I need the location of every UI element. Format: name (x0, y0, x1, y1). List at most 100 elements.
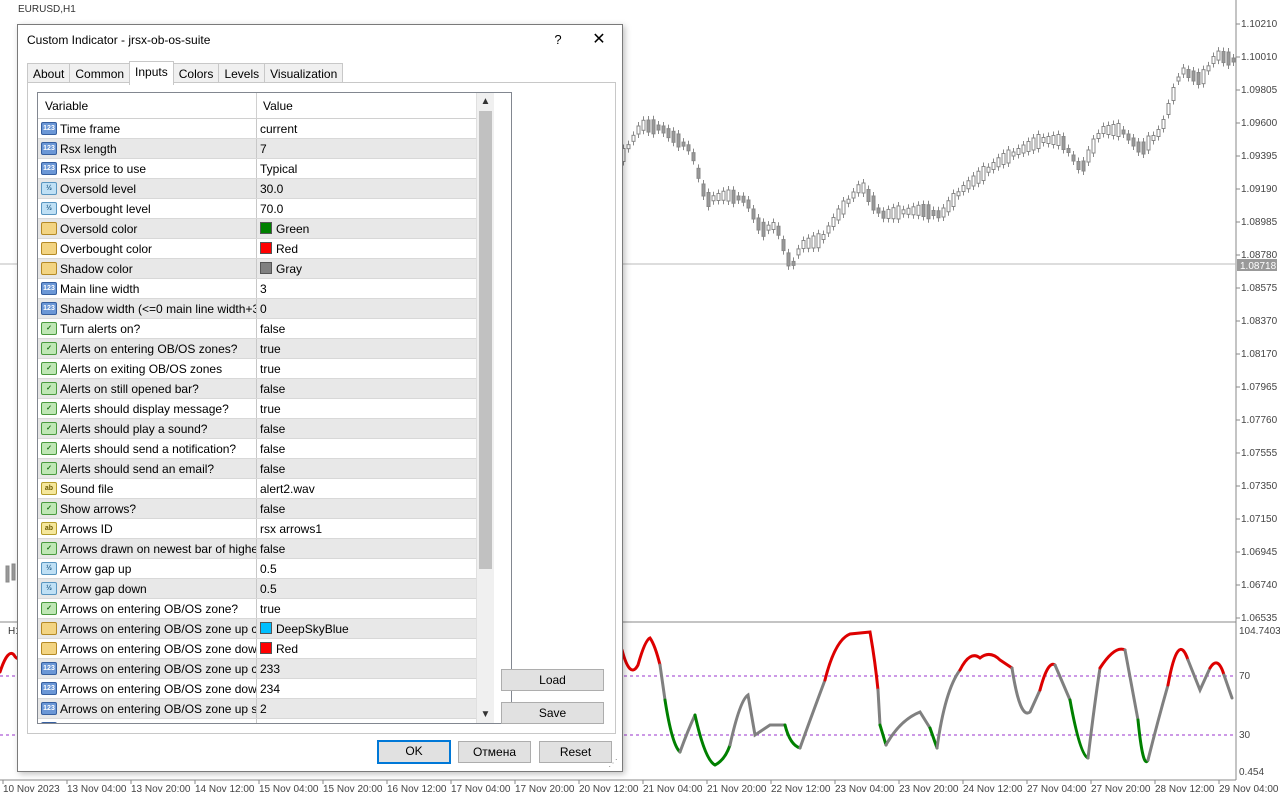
value-cell[interactable]: alert2.wav (260, 479, 472, 498)
value-cell[interactable]: Green (260, 219, 472, 238)
input-row[interactable]: Arrows on entering OB/OS zone up color De… (38, 619, 476, 639)
input-row[interactable]: ✓ Arrows drawn on newest bar of higher t.… (38, 539, 476, 559)
input-value[interactable]: 7 (260, 142, 267, 156)
input-row[interactable]: ½ Overbought level 70.0 (38, 199, 476, 219)
close-button[interactable]: ✕ (588, 30, 610, 50)
input-row[interactable]: ½ Arrow gap up 0.5 (38, 559, 476, 579)
input-value[interactable]: false (260, 442, 285, 456)
input-row[interactable]: 123 Arrows on entering OB/OS zone up c...… (38, 659, 476, 679)
help-button[interactable]: ? (548, 30, 568, 50)
input-value[interactable]: 0.5 (260, 562, 277, 576)
value-cell[interactable]: true (260, 339, 472, 358)
column-header-variable[interactable]: Variable (45, 99, 88, 113)
tab-about[interactable]: About (27, 63, 71, 84)
value-cell[interactable] (260, 719, 472, 723)
dialog-titlebar[interactable]: Custom Indicator - jrsx-ob-os-suite ? ✕ (18, 25, 622, 55)
input-row[interactable]: Overbought color Red (38, 239, 476, 259)
grid-scrollbar[interactable]: ▲ ▼ (476, 93, 494, 723)
input-row[interactable]: ✓ Alerts should play a sound? false (38, 419, 476, 439)
input-value[interactable]: 233 (260, 662, 280, 676)
value-cell[interactable]: rsx arrows1 (260, 519, 472, 538)
load-button[interactable]: Load (501, 669, 604, 691)
scroll-up-arrow-icon[interactable]: ▲ (477, 93, 494, 110)
scroll-down-arrow-icon[interactable]: ▼ (477, 706, 494, 723)
input-value[interactable]: Gray (276, 262, 302, 276)
input-value[interactable]: false (260, 502, 285, 516)
input-row[interactable]: ✓ Show arrows? false (38, 499, 476, 519)
input-value[interactable]: 70.0 (260, 202, 283, 216)
value-cell[interactable]: false (260, 459, 472, 478)
value-cell[interactable]: Typical (260, 159, 472, 178)
value-cell[interactable]: true (260, 599, 472, 618)
value-cell[interactable]: false (260, 379, 472, 398)
input-row[interactable]: 123 Rsx price to use Typical (38, 159, 476, 179)
input-value[interactable]: DeepSkyBlue (276, 622, 349, 636)
input-row[interactable]: 123 (38, 719, 476, 723)
input-value[interactable]: false (260, 382, 285, 396)
value-cell[interactable]: false (260, 419, 472, 438)
input-value[interactable]: true (260, 342, 281, 356)
value-cell[interactable]: 0 (260, 299, 472, 318)
input-value[interactable]: 0.5 (260, 582, 277, 596)
value-cell[interactable]: Red (260, 239, 472, 258)
input-value[interactable]: false (260, 422, 285, 436)
value-cell[interactable]: current (260, 119, 472, 138)
value-cell[interactable]: 30.0 (260, 179, 472, 198)
input-row[interactable]: ✓ Alerts should display message? true (38, 399, 476, 419)
value-cell[interactable]: false (260, 499, 472, 518)
input-value[interactable]: alert2.wav (260, 482, 315, 496)
input-value[interactable]: false (260, 322, 285, 336)
tab-levels[interactable]: Levels (218, 63, 266, 84)
input-row[interactable]: ✓ Alerts on entering OB/OS zones? true (38, 339, 476, 359)
custom-indicator-dialog[interactable]: Custom Indicator - jrsx-ob-os-suite ? ✕ … (17, 24, 623, 772)
input-value[interactable]: Red (276, 642, 298, 656)
reset-button[interactable]: Reset (539, 741, 612, 763)
input-value[interactable]: false (260, 542, 285, 556)
input-row[interactable]: 123 Time frame current (38, 119, 476, 139)
tab-inputs[interactable]: Inputs (129, 61, 174, 85)
input-value[interactable]: Green (276, 222, 309, 236)
input-row[interactable]: ✓ Arrows on entering OB/OS zone? true (38, 599, 476, 619)
input-value[interactable]: Red (276, 242, 298, 256)
input-row[interactable]: 123 Shadow width (<=0 main line width+3) 0 (38, 299, 476, 319)
input-row[interactable]: ab Sound file alert2.wav (38, 479, 476, 499)
value-cell[interactable]: false (260, 539, 472, 558)
input-value[interactable]: 2 (260, 702, 267, 716)
input-row[interactable]: 123 Arrows on entering OB/OS zone up size… (38, 699, 476, 719)
scroll-thumb[interactable] (479, 111, 492, 569)
input-value[interactable]: true (260, 402, 281, 416)
input-value[interactable]: Typical (260, 162, 297, 176)
input-row[interactable]: 123 Rsx length 7 (38, 139, 476, 159)
input-row[interactable]: ✓ Alerts on still opened bar? false (38, 379, 476, 399)
input-row[interactable]: ab Arrows ID rsx arrows1 (38, 519, 476, 539)
input-value[interactable]: 0 (260, 302, 267, 316)
tab-visualization[interactable]: Visualization (264, 63, 344, 84)
resize-grip-icon[interactable]: ⋰ (608, 758, 618, 769)
input-row[interactable]: ✓ Alerts should send a notification? false (38, 439, 476, 459)
value-cell[interactable]: 7 (260, 139, 472, 158)
input-row[interactable]: Shadow color Gray (38, 259, 476, 279)
input-row[interactable]: ✓ Alerts on exiting OB/OS zones true (38, 359, 476, 379)
value-cell[interactable]: true (260, 399, 472, 418)
input-row[interactable]: ✓ Alerts should send an email? false (38, 459, 476, 479)
input-row[interactable]: ½ Oversold level 30.0 (38, 179, 476, 199)
tab-common[interactable]: Common (69, 63, 131, 84)
value-cell[interactable]: false (260, 319, 472, 338)
value-cell[interactable]: 0.5 (260, 559, 472, 578)
input-value[interactable]: false (260, 462, 285, 476)
input-row[interactable]: ½ Arrow gap down 0.5 (38, 579, 476, 599)
input-value[interactable]: 30.0 (260, 182, 283, 196)
value-cell[interactable]: 3 (260, 279, 472, 298)
input-value[interactable]: 3 (260, 282, 267, 296)
value-cell[interactable]: DeepSkyBlue (260, 619, 472, 638)
input-row[interactable]: ✓ Turn alerts on? false (38, 319, 476, 339)
value-cell[interactable]: Gray (260, 259, 472, 278)
input-row[interactable]: 123 Main line width 3 (38, 279, 476, 299)
cancel-button[interactable]: Отмена (458, 741, 531, 763)
input-row[interactable]: 123 Arrows on entering OB/OS zone down ..… (38, 679, 476, 699)
input-value[interactable]: rsx arrows1 (260, 522, 322, 536)
save-button[interactable]: Save (501, 702, 604, 724)
value-cell[interactable]: 233 (260, 659, 472, 678)
input-value[interactable]: true (260, 362, 281, 376)
value-cell[interactable]: Red (260, 639, 472, 658)
